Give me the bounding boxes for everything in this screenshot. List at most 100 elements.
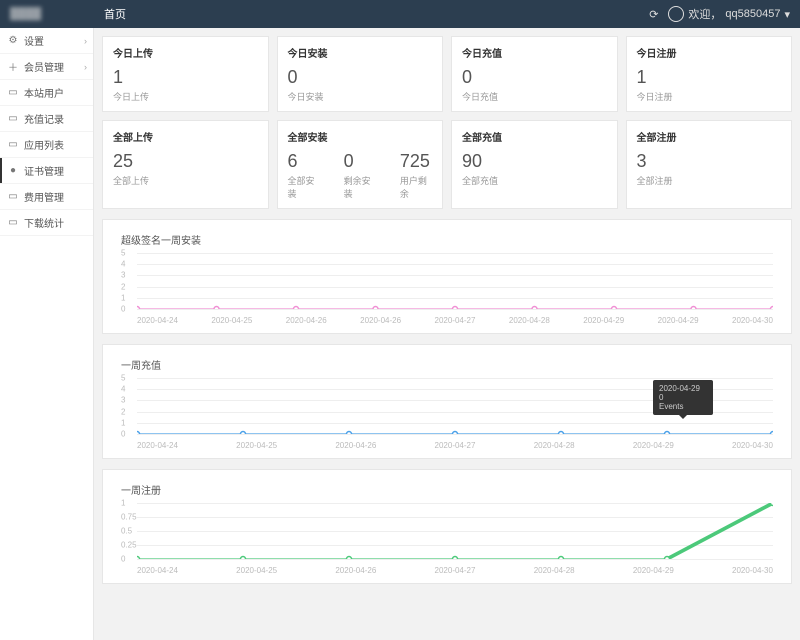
sidebar-item-2[interactable]: ▭本站用户: [0, 80, 93, 106]
stat-card: 全部安装6全部安装0剩余安装725用户剩余: [277, 120, 444, 209]
x-tick: 2020-04-30: [732, 316, 773, 325]
y-tick: 1: [121, 499, 125, 508]
header-bar: ████ 首页 ⟳ 欢迎，qq5850457 ▾: [0, 0, 800, 28]
y-tick: 0: [121, 430, 125, 439]
nav-home[interactable]: 首页: [90, 6, 140, 22]
x-tick: 2020-04-27: [435, 316, 476, 325]
sidebar-label: 设置: [24, 33, 44, 48]
card-title: 今日充值: [462, 45, 607, 60]
card-title: 全部注册: [637, 129, 782, 144]
sidebar: ⚙设置›＋会员管理›▭本站用户▭充值记录▭应用列表●证书管理▭费用管理▭下载统计: [0, 28, 94, 640]
refresh-icon[interactable]: ⟳: [649, 8, 658, 21]
stat-card: 今日注册1今日注册: [626, 36, 793, 112]
y-tick: 0.5: [121, 527, 132, 536]
chart-panel: 一周充值 543210 2020-04-290Events 2020-04-24…: [102, 344, 792, 459]
y-tick: 4: [121, 385, 125, 394]
user-menu[interactable]: 欢迎，qq5850457 ▾: [668, 6, 790, 22]
x-tick: 2020-04-26: [286, 316, 327, 325]
x-tick: 2020-04-30: [732, 566, 773, 575]
sidebar-icon: ▭: [6, 87, 20, 98]
x-tick: 2020-04-29: [583, 316, 624, 325]
x-tick: 2020-04-28: [534, 566, 575, 575]
x-tick: 2020-04-27: [435, 566, 476, 575]
x-tick: 2020-04-26: [335, 566, 376, 575]
y-tick: 1: [121, 418, 125, 427]
sidebar-item-5[interactable]: ●证书管理: [0, 158, 93, 184]
y-tick: 0: [121, 555, 125, 564]
sidebar-item-0[interactable]: ⚙ 设置 ›: [0, 28, 93, 54]
chart-panel: 一周注册 1 0.75 0.5 0.25 0 2020-04-24 2020-04-25 2…: [102, 469, 792, 584]
brand-logo: ████: [10, 8, 90, 20]
sidebar-icon: ▭: [6, 217, 20, 228]
x-tick: 2020-04-26: [335, 441, 376, 450]
chart-plot: [137, 503, 773, 559]
username: qq5850457: [725, 8, 780, 20]
y-tick: 4: [121, 260, 125, 269]
chart-title: 超级签名一周安装: [121, 232, 773, 247]
x-tick: 2020-04-29: [658, 316, 699, 325]
sidebar-icon: ⚙: [6, 35, 20, 46]
x-tick: 2020-04-30: [732, 441, 773, 450]
card-sublabel: 全部安装: [288, 174, 320, 200]
y-tick: 5: [121, 249, 125, 258]
chart-title: 一周充值: [121, 357, 773, 372]
card-sublabel: 今日充值: [462, 90, 607, 103]
card-sublabel: 全部充值: [462, 174, 498, 187]
sidebar-item-6[interactable]: ▭ 费用管理: [0, 184, 93, 210]
card-sublabel: 今日安装: [288, 90, 433, 103]
card-title: 全部充值: [462, 129, 607, 144]
x-tick: 2020-04-29: [633, 566, 674, 575]
y-tick: 3: [121, 271, 125, 280]
y-tick: 1: [121, 293, 125, 302]
card-title: 全部安装: [288, 129, 433, 144]
card-value: 1: [637, 68, 782, 86]
y-tick: 0.75: [121, 513, 137, 522]
x-tick: 2020-04-28: [509, 316, 550, 325]
card-value: 0: [462, 68, 607, 86]
chart-tooltip: 2020-04-290Events: [653, 380, 713, 415]
sidebar-item-4[interactable]: ▭应用列表: [0, 132, 93, 158]
x-tick: 2020-04-25: [236, 566, 277, 575]
sidebar-item-7[interactable]: ▭ 下载统计: [0, 210, 93, 236]
card-sublabel: 剩余安装: [344, 174, 376, 200]
card-value: 90: [462, 152, 498, 170]
stat-cards-total: 全部上传25全部上传全部安装6全部安装0剩余安装725用户剩余全部充值90全部充…: [102, 120, 792, 209]
card-title: 今日上传: [113, 45, 258, 60]
chevron-right-icon: ›: [84, 36, 87, 46]
x-tick: 2020-04-24: [137, 441, 178, 450]
sidebar-icon: ＋: [6, 59, 20, 74]
sidebar-item-3[interactable]: ▭ 充值记录: [0, 106, 93, 132]
sidebar-label: 费用管理: [24, 189, 64, 204]
sidebar-label: 证书管理: [24, 163, 64, 178]
y-tick: 0.25: [121, 541, 137, 550]
card-value: 6: [288, 152, 320, 170]
x-tick: 2020-04-24: [137, 566, 178, 575]
sidebar-label: 充值记录: [24, 111, 64, 126]
card-sublabel: 全部上传: [113, 174, 149, 187]
y-tick: 2: [121, 282, 125, 291]
welcome-text: 欢迎，: [688, 6, 721, 22]
sidebar-label: 应用列表: [24, 137, 64, 152]
card-title: 今日安装: [288, 45, 433, 60]
stat-card: 全部上传25全部上传: [102, 120, 269, 209]
chart-panel: 超级签名一周安装 543210 2020-04-242020-04-252020…: [102, 219, 792, 334]
x-tick: 2020-04-26: [360, 316, 401, 325]
x-tick: 2020-04-28: [534, 441, 575, 450]
y-tick: 3: [121, 396, 125, 405]
main-content: 今日上传1今日上传今日安装0今日安装今日充值0今日充值今日注册1今日注册 全部上…: [94, 28, 800, 640]
x-tick: 2020-04-25: [211, 316, 252, 325]
stat-card: 今日上传1今日上传: [102, 36, 269, 112]
card-title: 全部上传: [113, 129, 258, 144]
card-value: 0: [344, 152, 376, 170]
sidebar-icon: ▭: [6, 191, 20, 202]
y-tick: 0: [121, 305, 125, 314]
sidebar-label: 下载统计: [24, 215, 64, 230]
sidebar-icon: ▭: [6, 113, 20, 124]
x-tick: 2020-04-25: [236, 441, 277, 450]
chart-title: 一周注册: [121, 482, 773, 497]
card-value: 725: [400, 152, 432, 170]
stat-cards-today: 今日上传1今日上传今日安装0今日安装今日充值0今日充值今日注册1今日注册: [102, 36, 792, 112]
y-tick: 2: [121, 407, 125, 416]
sidebar-item-1[interactable]: ＋会员管理›: [0, 54, 93, 80]
card-value: 0: [288, 68, 433, 86]
